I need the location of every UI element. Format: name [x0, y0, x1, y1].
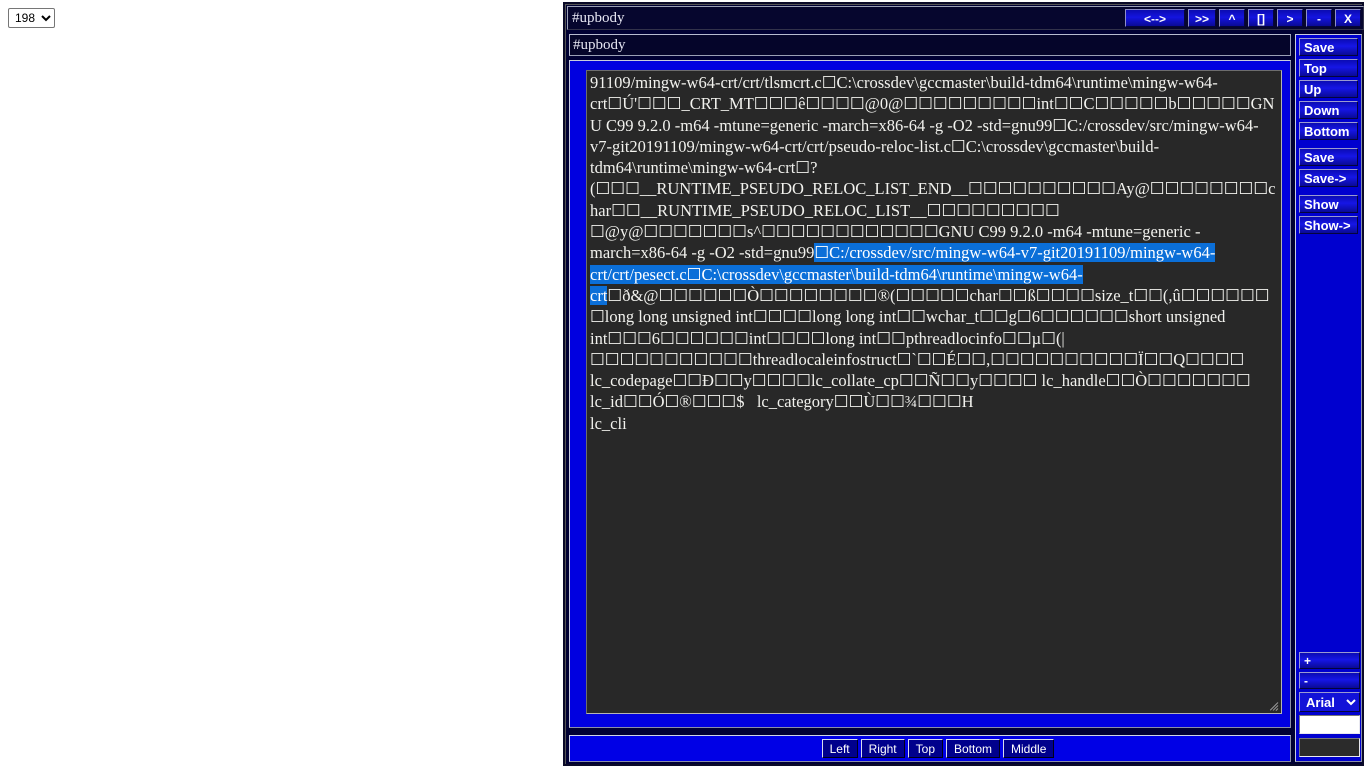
- window-title-bar[interactable]: #upbody <--> >> ^[] > - X: [567, 6, 1364, 30]
- editor-text-before-selection: 91109/mingw-w64-crt/crt/tlsmcrt.c☐C:\cro…: [590, 73, 1276, 263]
- sidebar-save2-button[interactable]: Save: [1299, 148, 1358, 166]
- split-toggle-button[interactable]: <-->: [1124, 9, 1185, 27]
- titlebar-button-group: <--> >> ^[] > - X: [1124, 9, 1361, 27]
- sidebar-up-button[interactable]: Up: [1299, 80, 1358, 98]
- sidebar-button-groups: Save Top Up Down Bottom Save Save-> Show Show->: [1299, 38, 1358, 234]
- font-family-select[interactable]: Arial: [1299, 692, 1360, 712]
- minimize-button[interactable]: -: [1306, 9, 1332, 27]
- editor-text-after-selection: ☐ð&@☐☐☐☐☐☐Ò☐☐☐☐☐☐☐☐®(☐☐☐☐☐char☐☐ß☐☐☐☐siz…: [590, 285, 1270, 433]
- align-left-button[interactable]: Left: [821, 739, 858, 758]
- value-text-input[interactable]: [1299, 715, 1360, 734]
- alignment-button-group: Left Right Top Bottom Middle: [821, 739, 1055, 758]
- page-number-select[interactable]: 198: [8, 8, 55, 28]
- maximize-button[interactable]: []: [1248, 9, 1274, 27]
- sidebar-down-button[interactable]: Down: [1299, 101, 1358, 119]
- editor-text-content[interactable]: 91109/mingw-w64-crt/crt/tlsmcrt.c☐C:\cro…: [590, 72, 1278, 434]
- close-button[interactable]: X: [1335, 9, 1361, 27]
- editor-panel: 91109/mingw-w64-crt/crt/tlsmcrt.c☐C:\cro…: [569, 60, 1291, 728]
- color-swatch[interactable]: [1299, 738, 1360, 757]
- align-middle-button[interactable]: Middle: [1003, 739, 1055, 758]
- sidebar-save-button[interactable]: Save: [1299, 38, 1358, 56]
- next-button[interactable]: >: [1277, 9, 1303, 27]
- sidebar-top-button[interactable]: Top: [1299, 59, 1358, 77]
- text-editor-area[interactable]: 91109/mingw-w64-crt/crt/tlsmcrt.c☐C:\cro…: [586, 70, 1282, 714]
- textarea-resize-grip[interactable]: [1266, 698, 1279, 711]
- sidebar-bottom-button[interactable]: Bottom: [1299, 122, 1358, 140]
- page-number-select-wrap: 198: [8, 8, 55, 28]
- align-top-button[interactable]: Top: [907, 739, 943, 758]
- sidebar-show-as-button[interactable]: Show->: [1299, 216, 1358, 234]
- alignment-bar: Left Right Top Bottom Middle: [569, 735, 1291, 762]
- right-sidebar: Save Top Up Down Bottom Save Save-> Show Show-> …: [1295, 34, 1362, 762]
- window-title: #upbody: [572, 10, 625, 26]
- font-size-increase-button[interactable]: +: [1299, 652, 1360, 669]
- name-input[interactable]: [569, 34, 1291, 56]
- sidebar-save-as-button[interactable]: Save->: [1299, 169, 1358, 187]
- align-bottom-button[interactable]: Bottom: [946, 739, 1001, 758]
- application-window: #upbody <-->>>^[]>-X 91109/mingw-w64-crt…: [563, 2, 1364, 766]
- sidebar-show-button[interactable]: Show: [1299, 195, 1358, 213]
- up-button[interactable]: ^: [1219, 9, 1245, 27]
- font-size-decrease-button[interactable]: -: [1299, 672, 1360, 689]
- sidebar-bottom-controls: + - Arial: [1299, 652, 1360, 757]
- align-right-button[interactable]: Right: [860, 739, 905, 758]
- forward-button[interactable]: >>: [1187, 9, 1216, 27]
